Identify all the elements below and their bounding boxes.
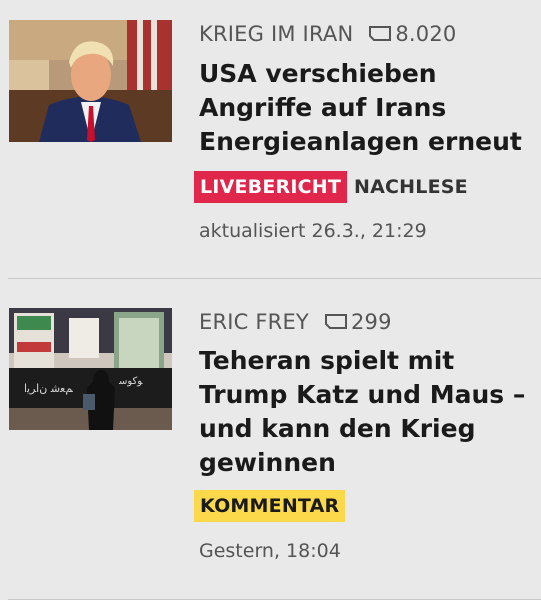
article-timestamp: Gestern, 18:04 — [199, 540, 341, 562]
article-category[interactable]: KRIEG IM IRAN — [199, 22, 353, 46]
live-badge: LIVEBERICHT — [194, 171, 348, 203]
comment-icon — [369, 26, 392, 41]
article-headline[interactable]: Teheran spielt mit Trump Katz und Maus –… — [199, 344, 529, 480]
comment-count-value: 299 — [350, 310, 392, 334]
svg-text:ﻢﻌﺷ ﻥﺍﺮﻳﺍ: ﻢﻌﺷ ﻥﺍﺮﻳﺍ — [24, 382, 73, 395]
article-tags: KOMMENTAR — [194, 490, 346, 522]
article-meta: KRIEG IM IRAN 8.020 — [199, 22, 457, 46]
svg-text:ﻮﻛﻮﺳ: ﻮﻛﻮﺳ — [118, 376, 143, 387]
article-headline[interactable]: USA verschieben Angriffe auf Irans Energ… — [199, 57, 529, 159]
comment-icon — [324, 314, 347, 329]
article-thumbnail[interactable] — [9, 20, 172, 142]
article-card[interactable]: ﻢﻌﺷ ﻥﺍﺮﻳﺍ ﻮﻛﻮﺳ ERIC FREY 299 Teheran spi… — [0, 279, 541, 599]
article-timestamp: aktualisiert 26.3., 21:29 — [199, 220, 427, 242]
comment-badge: KOMMENTAR — [194, 490, 346, 522]
comment-count[interactable]: 8.020 — [369, 22, 456, 46]
comment-count-value: 8.020 — [395, 22, 457, 46]
article-tags: LIVEBERICHT NACHLESE — [194, 171, 474, 203]
article-meta: ERIC FREY 299 — [199, 310, 392, 334]
tag-label: NACHLESE — [354, 176, 468, 198]
article-author[interactable]: ERIC FREY — [199, 310, 309, 334]
comment-count[interactable]: 299 — [324, 310, 392, 334]
article-thumbnail[interactable]: ﻢﻌﺷ ﻥﺍﺮﻳﺍ ﻮﻛﻮﺳ — [9, 308, 172, 430]
article-card[interactable]: KRIEG IM IRAN 8.020 USA verschieben Angr… — [0, 0, 541, 278]
